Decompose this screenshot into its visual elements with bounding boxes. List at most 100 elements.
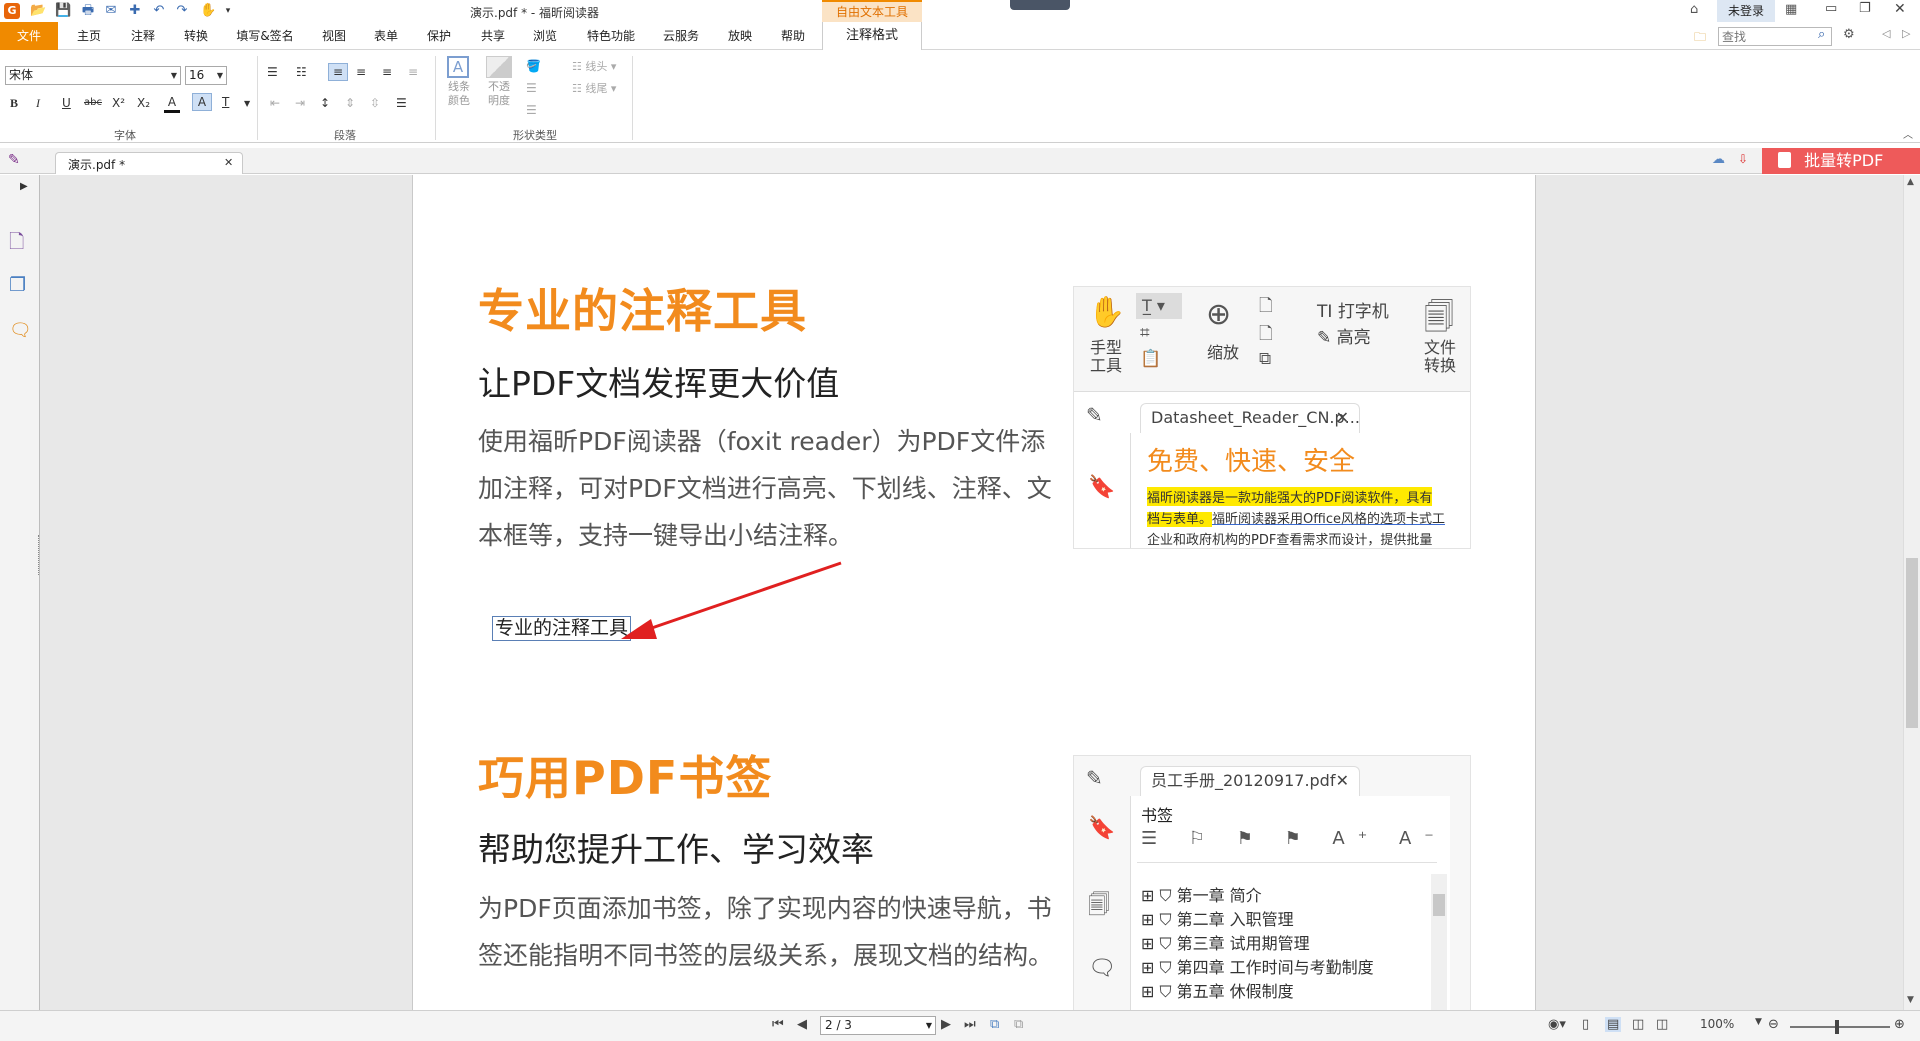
scroll-down-icon[interactable]: ▼	[1907, 995, 1914, 1005]
menu-features[interactable]: 特色功能	[578, 22, 644, 50]
superscript-button[interactable]: X²	[112, 95, 125, 111]
justify-button[interactable]: ≡	[408, 64, 418, 80]
comments-panel-icon[interactable]: 🗨	[9, 320, 32, 341]
last-page-icon[interactable]: ⏭	[964, 1017, 976, 1032]
opacity-button[interactable]: 不透 明度	[484, 56, 514, 108]
pages-panel-icon[interactable]: ❐	[9, 274, 26, 296]
zoom-slider-handle[interactable]	[1835, 1020, 1839, 1034]
settings-icon[interactable]: ⚙	[1843, 27, 1855, 42]
para-before-button[interactable]: ⇳	[370, 95, 380, 111]
hand-quick-icon[interactable]: ✋	[200, 3, 216, 19]
chevron-down-icon[interactable]: ▼	[244, 96, 250, 112]
next-page-icon[interactable]: ▶	[941, 1017, 951, 1032]
save-icon[interactable]: 💾	[55, 3, 71, 19]
menu-home[interactable]: 主页	[67, 22, 111, 50]
search-icon[interactable]: ⌕	[1818, 27, 1825, 42]
strikethrough-button[interactable]: abc	[84, 95, 102, 111]
zoom-slider[interactable]	[1790, 1020, 1890, 1034]
continuous-facing-icon[interactable]: ◫	[1656, 1017, 1668, 1032]
para-after-button[interactable]: ☰	[396, 95, 407, 111]
restore-icon[interactable]: ❐	[1859, 1, 1871, 16]
menu-form[interactable]: 表单	[364, 22, 408, 50]
skin-icon[interactable]: ⌂	[1690, 2, 1698, 17]
line-style-icon[interactable]: ☰	[526, 80, 537, 96]
vertical-scrollbar[interactable]: ▲ ▼	[1903, 175, 1920, 1010]
line-color-button[interactable]: A 线条 颜色	[444, 56, 474, 108]
print-icon[interactable]: 🖶	[80, 3, 96, 19]
number-list-button[interactable]: ☷	[296, 64, 307, 80]
menu-comment[interactable]: 注释	[121, 22, 165, 50]
cloud-icon[interactable]: ☁	[1712, 152, 1725, 167]
menu-slideshow[interactable]: 放映	[718, 22, 762, 50]
expand-panel-icon[interactable]: ▶	[20, 181, 28, 192]
batch-convert-button[interactable]: 批量转PDF	[1762, 148, 1920, 174]
menu-browse[interactable]: 浏览	[523, 22, 567, 50]
zoom-out-icon[interactable]: ⊖	[1768, 1017, 1779, 1032]
line-spacing-button[interactable]: ↕	[320, 95, 330, 111]
single-page-icon[interactable]: ▯	[1582, 1017, 1589, 1032]
annotation-arrow[interactable]	[613, 555, 853, 645]
first-page-icon[interactable]: ⏮	[772, 1017, 784, 1032]
font-size-select[interactable]: 16 ▼	[185, 66, 227, 85]
align-left-button[interactable]: ≡	[328, 63, 348, 81]
line-end-button[interactable]: ☷ 线尾 ▾	[572, 80, 616, 96]
menu-annotation-format[interactable]: 注释格式	[822, 22, 922, 51]
subscript-button[interactable]: X₂	[137, 95, 150, 111]
font-color-button[interactable]: A	[164, 94, 180, 113]
tab-close-icon[interactable]: ✕	[224, 156, 233, 169]
reading-mode-icon[interactable]: ◉▾	[1548, 1017, 1566, 1032]
align-center-button[interactable]: ≡	[356, 64, 366, 80]
menu-convert[interactable]: 转换	[174, 22, 218, 50]
indent-decrease-button[interactable]: ⇤	[270, 95, 280, 111]
menu-file[interactable]: 文件	[0, 22, 58, 50]
page-thumb-icon[interactable]: ⧉	[1014, 1017, 1023, 1032]
document-tab[interactable]: 演示.pdf * ✕	[55, 152, 243, 174]
align-right-button[interactable]: ≡	[382, 64, 392, 80]
bookmark-panel-icon[interactable]: 🗋	[9, 228, 24, 260]
menu-view[interactable]: 视图	[312, 22, 356, 50]
email-icon[interactable]: ✉	[103, 3, 119, 19]
para-spacing-button[interactable]: ⇕	[345, 95, 355, 111]
zoom-in-icon[interactable]: ⊕	[1894, 1017, 1905, 1032]
menu-cloud[interactable]: 云服务	[653, 22, 709, 50]
page-number-field[interactable]: 2 / 3 ▼	[820, 1016, 936, 1035]
back-icon[interactable]: ◁	[1882, 27, 1890, 40]
line-width-icon[interactable]: ☰	[526, 102, 537, 118]
bold-button[interactable]: B	[10, 95, 18, 111]
line-start-button[interactable]: ☷ 线头 ▾	[572, 58, 616, 74]
scroll-thumb[interactable]	[1906, 558, 1918, 728]
menu-help[interactable]: 帮助	[771, 22, 815, 50]
fill-color-icon[interactable]: 🪣	[526, 58, 541, 74]
menu-fill-sign[interactable]: 填写&签名	[228, 22, 302, 50]
search-input[interactable]	[1718, 27, 1832, 46]
undo-icon[interactable]: ↶	[151, 3, 167, 19]
redo-icon[interactable]: ↷	[174, 3, 190, 19]
open-icon[interactable]: 📂	[30, 3, 46, 19]
text-style-button[interactable]: T	[222, 94, 229, 110]
forward-icon[interactable]: ▷	[1902, 27, 1910, 40]
scroll-up-icon[interactable]: ▲	[1907, 177, 1914, 187]
layout-icon[interactable]: ▦	[1785, 2, 1797, 17]
text-highlight-button[interactable]: A	[192, 93, 212, 111]
page-layout-icon[interactable]: ⧉	[990, 1017, 999, 1032]
bullet-list-button[interactable]: ☰	[267, 64, 278, 80]
zoom-menu-icon[interactable]: ▼	[1755, 1017, 1762, 1027]
menu-protect[interactable]: 保护	[417, 22, 461, 50]
font-name-select[interactable]: 宋体 ▼	[5, 66, 181, 85]
login-button[interactable]: 未登录	[1717, 0, 1775, 22]
customize-arrow-icon[interactable]: ▾	[220, 3, 236, 19]
facing-page-icon[interactable]: ◫	[1632, 1017, 1644, 1032]
download-icon[interactable]: ⇩	[1738, 152, 1748, 166]
close-icon[interactable]: ✕	[1894, 1, 1906, 17]
zoom-level[interactable]: 100%	[1700, 1017, 1734, 1031]
menu-share[interactable]: 共享	[471, 22, 515, 50]
free-text-annotation[interactable]: 专业的注释工具	[492, 616, 632, 641]
previous-page-icon[interactable]: ◀	[797, 1017, 807, 1032]
app-mode-icon[interactable]: ✎	[8, 152, 20, 168]
continuous-page-icon[interactable]: ▤	[1605, 1017, 1622, 1032]
underline-button[interactable]: U	[62, 95, 71, 111]
minimize-icon[interactable]: ▭	[1825, 1, 1837, 16]
new-icon[interactable]: ✚	[127, 3, 143, 19]
italic-button[interactable]: I	[36, 95, 40, 111]
collapse-ribbon-icon[interactable]: ︿	[1903, 126, 1913, 141]
